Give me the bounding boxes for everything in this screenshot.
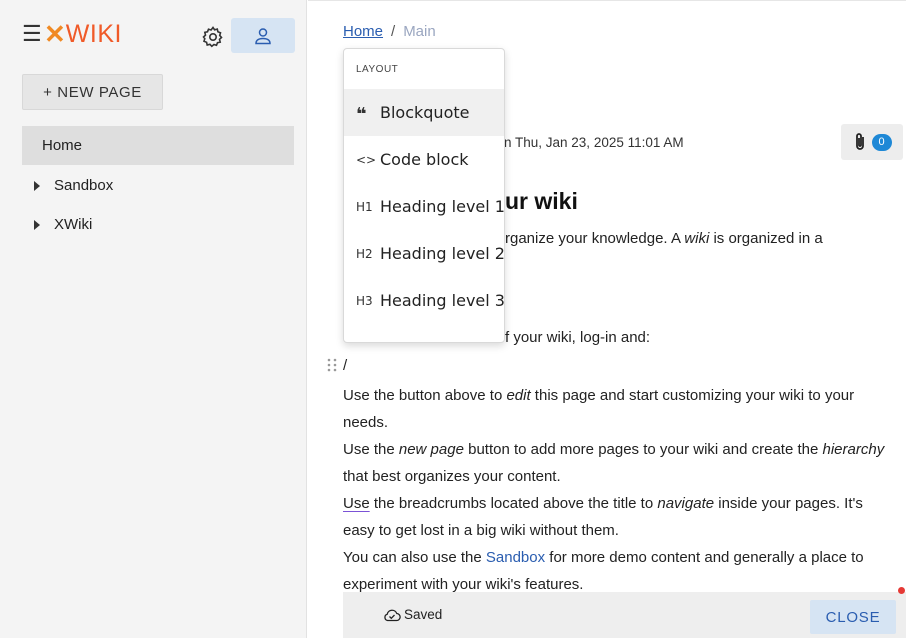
last-modified-date: n Thu, Jan 23, 2025 11:01 AM [504,135,684,150]
heading-1-icon: H1 [356,199,373,214]
caret-right-icon[interactable] [34,180,40,191]
page-body[interactable]: Use the button above to edit this page a… [343,382,898,598]
paragraph-edit: Use the button above to edit this page a… [343,387,855,431]
caret-right-icon[interactable] [34,219,40,230]
paragraph-sandbox: You can also use the Sandbox for more de… [343,549,864,593]
user-account-button[interactable] [231,18,295,53]
menu-item-heading-3[interactable]: H3 Heading level 3 [344,277,505,324]
menu-item-label: Heading level 2 [380,244,505,263]
menu-item-label: Heading level 1 [380,197,505,216]
drag-handle-icon[interactable] [326,357,338,373]
editor-bottom-bar: Saved CLOSE [343,592,906,638]
breadcrumb-separator: / [391,23,396,40]
intro-text-b: is organized in a [709,230,823,247]
heading-3-icon: H3 [356,293,373,308]
close-button[interactable]: CLOSE [810,600,896,634]
slash-command-menu: LAYOUT ❝ Blockquote <> Code block H1 Hea… [343,48,505,343]
logo-text: WIKI [65,20,122,48]
top-divider [308,0,906,4]
breadcrumb-current: Main [403,23,436,40]
slash-command-input[interactable]: / [343,357,347,374]
gear-icon[interactable] [201,25,225,49]
heading-2-icon: H2 [356,246,373,261]
paragraph-breadcrumbs: Use the breadcrumbs located above the ti… [343,495,863,539]
sidebar-item-home[interactable]: Home [22,126,294,165]
sidebar-item-sandbox[interactable]: Sandbox [34,177,113,194]
save-status: Saved [383,607,442,622]
sidebar-item-xwiki[interactable]: XWiki [34,216,92,233]
menu-item-blockquote[interactable]: ❝ Blockquote [344,89,504,136]
sidebar-item-label: Sandbox [54,177,114,194]
sidebar: ☰ ✕ WIKI + NEW PAGE Home Sandbox XWiki [0,0,307,638]
xwiki-logo[interactable]: ✕ WIKI [44,19,122,49]
saved-label: Saved [404,607,443,622]
intro-text: rganize your knowledge. A wiki is organi… [505,230,823,247]
menu-item-label: Code block [380,150,469,169]
menu-item-label: Blockquote [380,103,470,122]
user-icon [255,27,271,44]
login-text: f your wiki, log-in and: [505,329,651,346]
notification-dot [898,587,905,594]
attachments-button[interactable]: 0 [841,124,903,160]
code-icon: <> [356,152,377,167]
breadcrumb: Home / Main [343,23,436,40]
quote-icon: ❝ [356,103,367,125]
menu-item-code-block[interactable]: <> Code block [344,136,504,183]
logo-mark: ✕ [44,19,66,49]
cloud-check-icon [384,609,401,621]
paragraph-new-page: Use the new page button to add more page… [343,441,885,485]
new-page-button[interactable]: + NEW PAGE [22,74,163,110]
paperclip-icon [855,133,864,150]
attachments-count-badge: 0 [871,133,892,151]
intro-text-a: rganize your knowledge. A [505,230,685,247]
menu-section-header: LAYOUT [356,64,399,75]
menu-item-heading-1[interactable]: H1 Heading level 1 [344,183,505,230]
breadcrumb-home-link[interactable]: Home [343,23,383,40]
sidebar-item-label: XWiki [54,216,93,233]
menu-item-heading-2[interactable]: H2 Heading level 2 [344,230,505,277]
hamburger-menu-icon[interactable]: ☰ [22,23,42,45]
sandbox-link[interactable]: Sandbox [486,549,545,566]
menu-item-label: Heading level 3 [380,291,505,310]
intro-text-em: wiki [684,230,710,247]
page-heading: ur wiki [505,188,578,214]
